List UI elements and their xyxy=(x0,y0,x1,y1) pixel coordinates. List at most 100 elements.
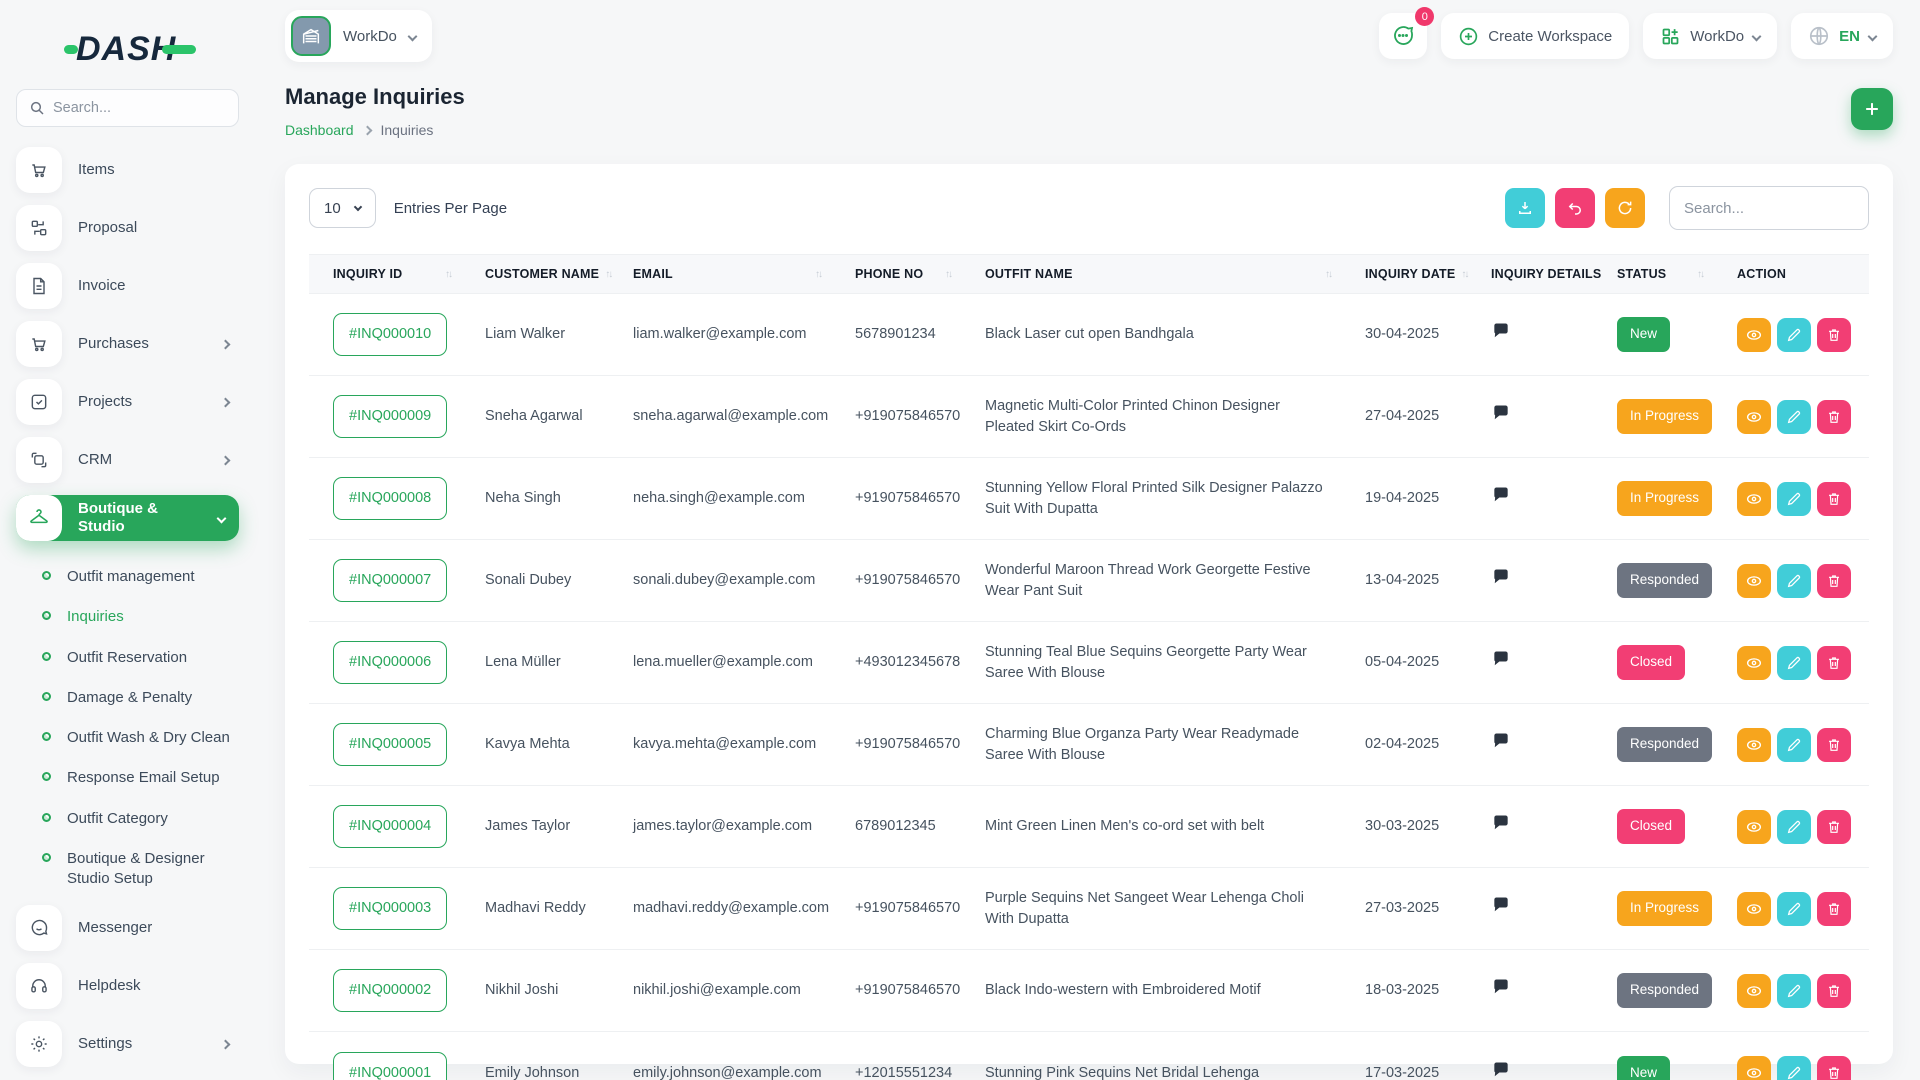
edit-button[interactable] xyxy=(1777,728,1811,762)
sidebar-item-boutique-studio[interactable]: Boutique & Studio xyxy=(16,495,239,541)
breadcrumb-dashboard-link[interactable]: Dashboard xyxy=(285,122,354,138)
status-badge[interactable]: Responded xyxy=(1617,973,1712,1008)
column-header[interactable]: ACTION xyxy=(1713,267,1869,281)
delete-button[interactable] xyxy=(1817,482,1851,516)
sidebar-subitem-outfit-wash-dry-clean[interactable]: Outfit Wash & Dry Clean xyxy=(16,718,239,758)
edit-button[interactable] xyxy=(1777,974,1811,1008)
view-button[interactable] xyxy=(1737,564,1771,598)
dash-logo[interactable]: DASH xyxy=(16,22,239,89)
delete-button[interactable] xyxy=(1817,1056,1851,1080)
sidebar-subitem-outfit-reservation[interactable]: Outfit Reservation xyxy=(16,638,239,678)
sidebar-subitem-outfit-management[interactable]: Outfit management xyxy=(16,557,239,597)
messages-button[interactable]: 0 xyxy=(1379,13,1427,59)
sidebar-subitem-boutique-designer-studio-setup[interactable]: Boutique & Designer Studio Setup xyxy=(16,839,239,900)
undo-button[interactable] xyxy=(1555,188,1595,228)
language-button[interactable]: EN xyxy=(1791,13,1893,59)
edit-button[interactable] xyxy=(1777,400,1811,434)
status-badge[interactable]: New xyxy=(1617,317,1670,352)
column-header[interactable]: STATUS ↑↓ xyxy=(1593,267,1713,281)
delete-button[interactable] xyxy=(1817,564,1851,598)
edit-button[interactable] xyxy=(1777,482,1811,516)
sidebar-subitem-outfit-category[interactable]: Outfit Category xyxy=(16,799,239,839)
inquiry-id-pill[interactable]: #INQ000008 xyxy=(333,477,447,519)
view-button[interactable] xyxy=(1737,318,1771,352)
delete-button[interactable] xyxy=(1817,810,1851,844)
edit-button[interactable] xyxy=(1777,318,1811,352)
sort-icon[interactable]: ↑↓ xyxy=(1325,269,1331,280)
inquiry-details-chat-icon[interactable] xyxy=(1491,321,1511,347)
inquiry-details-chat-icon[interactable] xyxy=(1491,485,1511,511)
status-badge[interactable]: Responded xyxy=(1617,563,1712,598)
sidebar-item-helpdesk[interactable]: Helpdesk xyxy=(16,963,239,1009)
sidebar-subitem-damage-penalty[interactable]: Damage & Penalty xyxy=(16,678,239,718)
view-button[interactable] xyxy=(1737,400,1771,434)
create-workspace-button[interactable]: Create Workspace xyxy=(1441,13,1629,59)
inquiry-id-pill[interactable]: #INQ000001 xyxy=(333,1052,447,1080)
status-badge[interactable]: In Progress xyxy=(1617,891,1712,926)
status-badge[interactable]: New xyxy=(1617,1056,1670,1080)
sort-icon[interactable]: ↑↓ xyxy=(445,269,451,280)
column-header[interactable]: INQUIRY ID ↑↓ xyxy=(309,267,461,281)
status-badge[interactable]: Closed xyxy=(1617,645,1685,680)
edit-button[interactable] xyxy=(1777,1056,1811,1080)
column-header[interactable]: OUTFIT NAME ↑↓ xyxy=(961,267,1341,281)
column-header[interactable]: EMAIL ↑↓ xyxy=(609,267,831,281)
edit-button[interactable] xyxy=(1777,646,1811,680)
inquiry-id-pill[interactable]: #INQ000003 xyxy=(333,887,447,929)
delete-button[interactable] xyxy=(1817,646,1851,680)
sort-icon[interactable]: ↑↓ xyxy=(815,269,821,280)
inquiry-id-pill[interactable]: #INQ000006 xyxy=(333,641,447,683)
edit-button[interactable] xyxy=(1777,892,1811,926)
delete-button[interactable] xyxy=(1817,728,1851,762)
sidebar-search[interactable] xyxy=(16,89,239,127)
table-search[interactable] xyxy=(1669,186,1869,230)
status-badge[interactable]: In Progress xyxy=(1617,481,1712,516)
sidebar-item-proposal[interactable]: Proposal xyxy=(16,205,239,251)
inquiry-details-chat-icon[interactable] xyxy=(1491,567,1511,593)
column-header[interactable]: INQUIRY DETAILS xyxy=(1467,267,1593,281)
delete-button[interactable] xyxy=(1817,318,1851,352)
sidebar-item-messenger[interactable]: Messenger xyxy=(16,905,239,951)
column-header[interactable]: CUSTOMER NAME ↑↓ xyxy=(461,267,609,281)
view-button[interactable] xyxy=(1737,728,1771,762)
view-button[interactable] xyxy=(1737,646,1771,680)
sidebar-item-invoice[interactable]: Invoice xyxy=(16,263,239,309)
view-button[interactable] xyxy=(1737,974,1771,1008)
delete-button[interactable] xyxy=(1817,892,1851,926)
workdo-menu-button[interactable]: WorkDo xyxy=(1643,13,1777,59)
sidebar-item-items[interactable]: Items xyxy=(16,147,239,193)
status-badge[interactable]: In Progress xyxy=(1617,399,1712,434)
status-badge[interactable]: Responded xyxy=(1617,727,1712,762)
view-button[interactable] xyxy=(1737,810,1771,844)
edit-button[interactable] xyxy=(1777,564,1811,598)
inquiry-details-chat-icon[interactable] xyxy=(1491,731,1511,757)
inquiry-id-pill[interactable]: #INQ000005 xyxy=(333,723,447,765)
column-header[interactable]: PHONE NO ↑↓ xyxy=(831,267,961,281)
status-badge[interactable]: Closed xyxy=(1617,809,1685,844)
inquiry-id-pill[interactable]: #INQ000009 xyxy=(333,395,447,437)
inquiry-details-chat-icon[interactable] xyxy=(1491,403,1511,429)
table-search-input[interactable] xyxy=(1684,200,1854,217)
inquiry-details-chat-icon[interactable] xyxy=(1491,1060,1511,1080)
workspace-switcher[interactable]: WorkDo xyxy=(285,10,432,62)
sidebar-item-crm[interactable]: CRM xyxy=(16,437,239,483)
sort-icon[interactable]: ↑↓ xyxy=(1697,269,1703,280)
export-button[interactable] xyxy=(1505,188,1545,228)
edit-button[interactable] xyxy=(1777,810,1811,844)
inquiry-id-pill[interactable]: #INQ000004 xyxy=(333,805,447,847)
inquiry-id-pill[interactable]: #INQ000002 xyxy=(333,969,447,1011)
column-header[interactable]: INQUIRY DATE ↑↓ xyxy=(1341,267,1467,281)
delete-button[interactable] xyxy=(1817,400,1851,434)
inquiry-details-chat-icon[interactable] xyxy=(1491,649,1511,675)
sidebar-subitem-response-email-setup[interactable]: Response Email Setup xyxy=(16,758,239,798)
sidebar-item-projects[interactable]: Projects xyxy=(16,379,239,425)
sidebar-search-input[interactable] xyxy=(53,100,226,116)
inquiry-id-pill[interactable]: #INQ000007 xyxy=(333,559,447,601)
inquiry-details-chat-icon[interactable] xyxy=(1491,813,1511,839)
sort-icon[interactable]: ↑↓ xyxy=(945,269,951,280)
sidebar-subitem-inquiries[interactable]: Inquiries xyxy=(16,597,239,637)
inquiry-details-chat-icon[interactable] xyxy=(1491,977,1511,1003)
delete-button[interactable] xyxy=(1817,974,1851,1008)
sidebar-item-settings[interactable]: Settings xyxy=(16,1021,239,1067)
sidebar-item-purchases[interactable]: Purchases xyxy=(16,321,239,367)
